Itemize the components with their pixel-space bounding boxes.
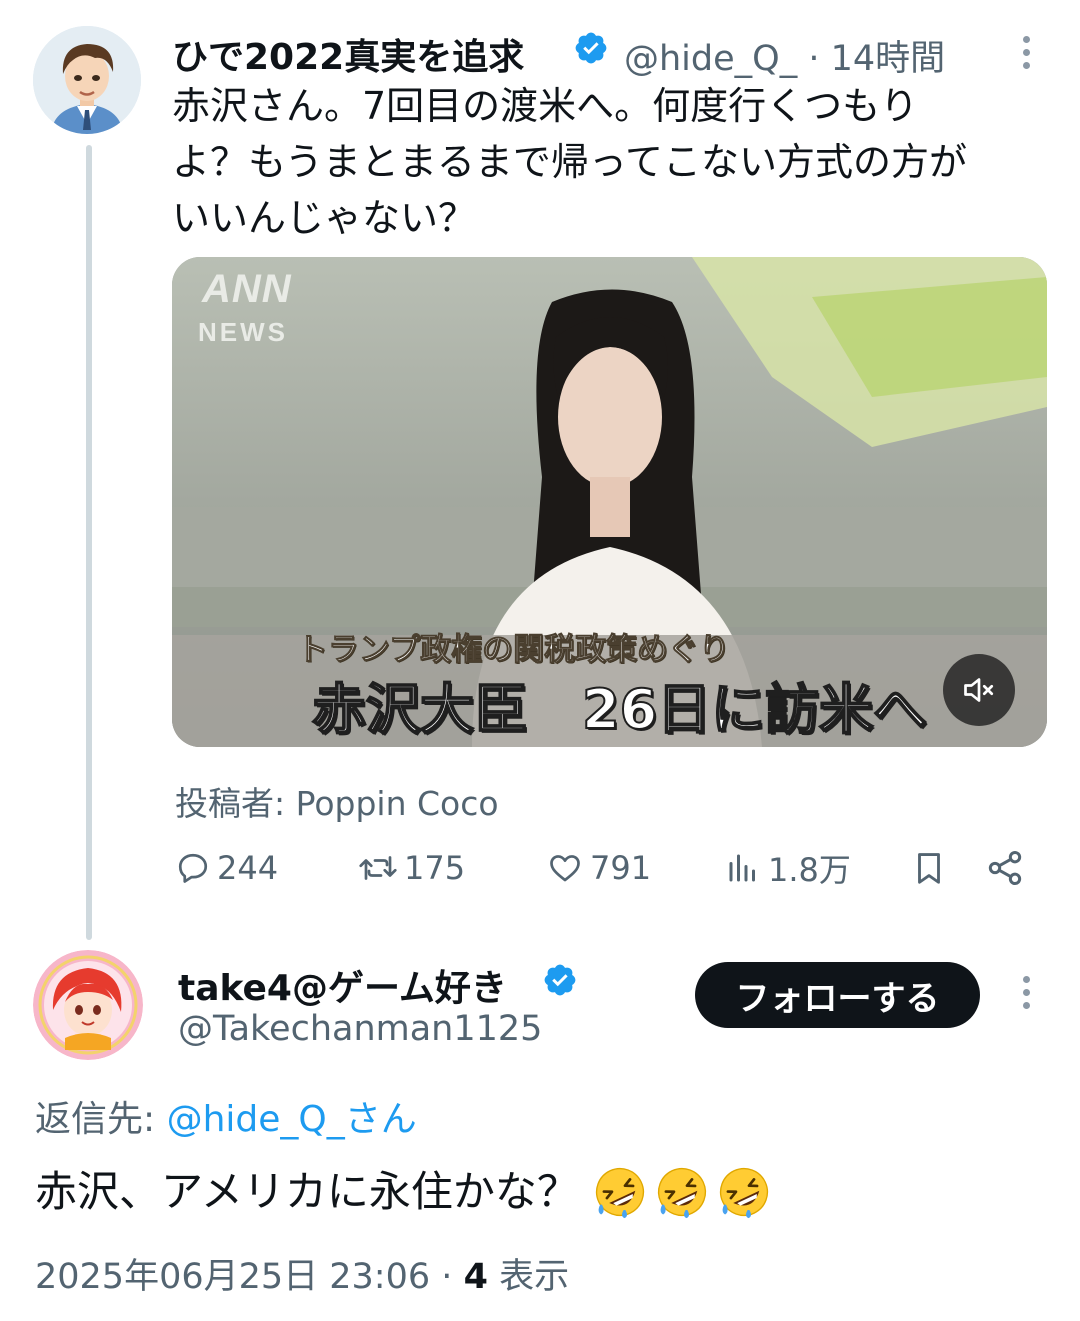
- like-button[interactable]: 791: [546, 846, 651, 890]
- video-caption-sub: トランプ政権の関税政策めぐり: [296, 632, 731, 669]
- more-icon[interactable]: [1018, 36, 1034, 75]
- reply-button[interactable]: 244: [175, 846, 278, 890]
- reply-count: 244: [217, 849, 279, 887]
- repost-icon: [359, 856, 397, 880]
- share-button[interactable]: [985, 846, 1031, 890]
- reply-text: 赤沢、アメリカに永住かな？: [35, 1167, 579, 1216]
- separator: ·: [441, 1257, 453, 1297]
- mute-button[interactable]: [943, 654, 1015, 726]
- verified-badge-icon: [575, 32, 607, 64]
- emoji-row: [585, 1165, 771, 1219]
- reply-to: 返信先: @hide_Q_さん: [35, 1090, 417, 1142]
- mute-icon: [964, 678, 994, 702]
- follow-button[interactable]: フォローする: [695, 962, 980, 1028]
- separator: ·: [808, 39, 820, 79]
- video-attribution[interactable]: 投稿者: Poppin Coco: [175, 777, 499, 825]
- thread-line: [86, 145, 92, 940]
- bookmark-button[interactable]: [910, 846, 954, 890]
- bookmark-icon: [918, 853, 940, 884]
- reply-to-label: 返信先:: [35, 1099, 156, 1140]
- tweet-meta: 2025年06月25日 23:06 · 4 表示: [35, 1248, 569, 1299]
- verified-badge-icon: [544, 964, 576, 996]
- reply-to-mention[interactable]: @hide_Q_さん: [167, 1099, 417, 1140]
- tweet-time[interactable]: 14時間: [831, 39, 946, 79]
- reply-icon: [178, 853, 208, 883]
- like-count: 791: [590, 849, 652, 887]
- more-icon[interactable]: [1018, 976, 1034, 1015]
- timestamp[interactable]: 2025年06月25日 23:06: [35, 1257, 430, 1297]
- tweet-text: 赤沢さん。7回目の渡米へ。何度行くつもり よ？もうまとまるまで帰ってこない方式の…: [172, 84, 967, 240]
- reply-text-row: 赤沢、アメリカに永住かな？: [35, 1162, 771, 1222]
- views-label: 表示: [499, 1257, 570, 1297]
- ann-logo-text: ANN: [202, 267, 292, 311]
- handle[interactable]: @hide_Q_: [624, 39, 797, 79]
- display-name[interactable]: ひで2022真実を追求: [172, 28, 524, 80]
- rofl-emoji: [655, 1165, 709, 1219]
- views-button[interactable]: 1.8万: [724, 846, 851, 890]
- video-player[interactable]: ANN NEWS トランプ政権の関税政策めぐり 赤沢大臣 26日に訪米へ: [172, 257, 1047, 747]
- views-count: 4: [463, 1257, 488, 1297]
- rofl-emoji: [593, 1165, 647, 1219]
- repost-button[interactable]: 175: [358, 846, 465, 890]
- like-icon: [550, 855, 580, 882]
- video-caption-main: 赤沢大臣 26日に訪米へ: [311, 677, 928, 742]
- views-icon: [729, 854, 755, 882]
- share-icon: [988, 851, 1022, 885]
- reply-handle[interactable]: @Takechanman1125: [178, 1009, 542, 1049]
- rofl-emoji: [717, 1165, 771, 1219]
- news-logo-text: NEWS: [198, 317, 288, 347]
- avatar[interactable]: [33, 26, 141, 134]
- views-count: 1.8万: [768, 851, 851, 889]
- reply-display-name[interactable]: take4@ゲーム好き: [178, 959, 507, 1011]
- repost-count: 175: [404, 849, 466, 887]
- reply-avatar[interactable]: [33, 950, 143, 1060]
